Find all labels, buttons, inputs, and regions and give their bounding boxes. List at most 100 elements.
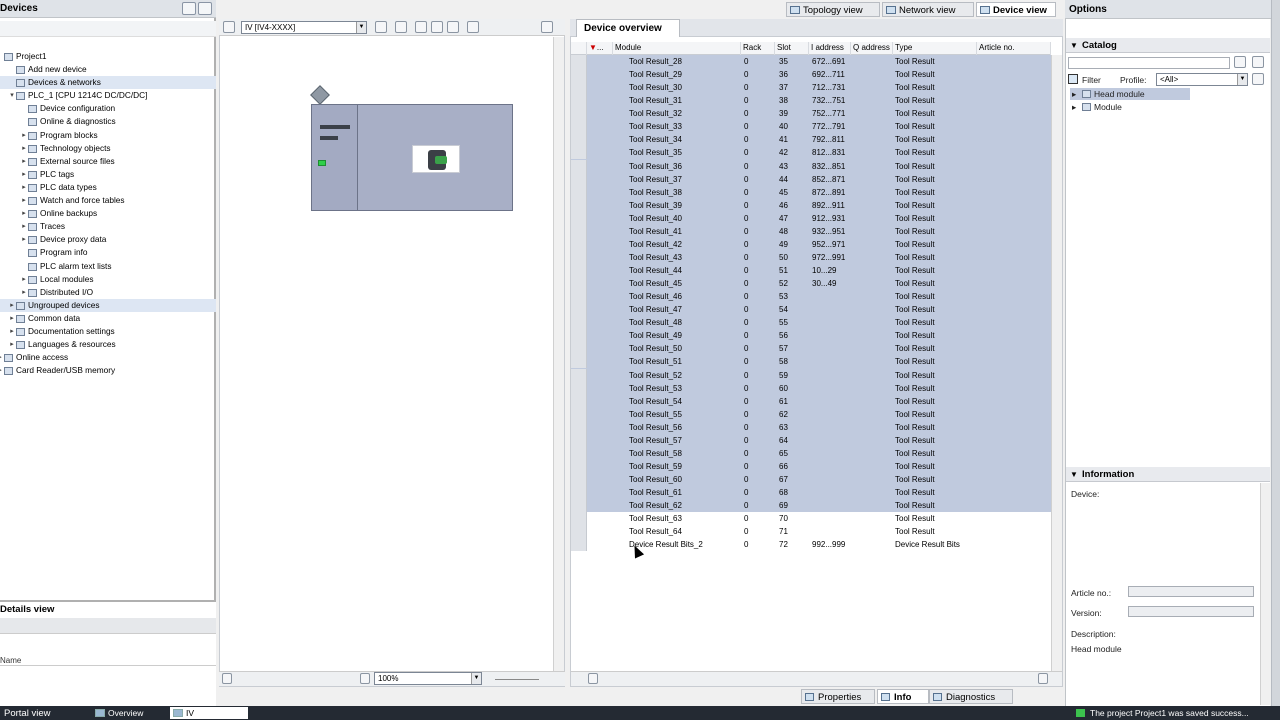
table-row[interactable]: Tool Result_37 0 44 852...871 Tool Result: [571, 172, 1051, 186]
tree-item[interactable]: ▸ External source files: [0, 155, 216, 168]
tree-item[interactable]: Program info: [0, 246, 216, 259]
device-rack[interactable]: [311, 104, 513, 211]
tree-options-icon[interactable]: [198, 2, 212, 15]
task-card-strip[interactable]: [1271, 0, 1280, 706]
device-select[interactable]: IV [IV4-XXXX] ▼: [241, 21, 367, 34]
column-type[interactable]: Type: [893, 42, 977, 55]
expand-icon[interactable]: ▸: [20, 273, 28, 286]
tree-item[interactable]: ▸ PLC tags: [0, 168, 216, 181]
tree-item[interactable]: PLC alarm text lists: [0, 260, 216, 273]
details-name-column[interactable]: Name: [0, 656, 216, 666]
tree-item[interactable]: ▸ Languages & resources: [0, 338, 216, 351]
portal-view-button[interactable]: Portal view: [4, 708, 50, 719]
expand-icon[interactable]: ▸: [20, 207, 28, 220]
expand-icon[interactable]: ▸: [8, 312, 16, 325]
table-row[interactable]: Tool Result_32 0 39 752...771 Tool Result: [571, 107, 1051, 121]
scroll-left-icon[interactable]: [588, 673, 598, 684]
table-row[interactable]: Tool Result_47 0 54 Tool Result: [571, 303, 1051, 317]
taskbar-overview[interactable]: Overview: [92, 707, 166, 719]
column-i-address[interactable]: I address: [809, 42, 851, 55]
table-row[interactable]: Tool Result_62 0 69 Tool Result: [571, 499, 1051, 513]
table-row[interactable]: Tool Result_52 0 59 Tool Result: [571, 368, 1051, 382]
table-row[interactable]: Tool Result_29 0 36 692...711 Tool Result: [571, 68, 1051, 82]
expand-icon[interactable]: ▸: [8, 299, 16, 312]
layout-icon[interactable]: [375, 21, 387, 33]
tree-item[interactable]: Devices & networks: [0, 76, 216, 90]
profile-select[interactable]: <All> ▼: [1156, 73, 1248, 86]
table-row[interactable]: Tool Result_50 0 57 Tool Result: [571, 342, 1051, 356]
zoom-icon[interactable]: [467, 21, 479, 33]
table-row[interactable]: Tool Result_36 0 43 832...851 Tool Result: [571, 159, 1051, 173]
expand-icon[interactable]: ▸: [20, 286, 28, 299]
table-row[interactable]: Tool Result_30 0 37 712...731 Tool Result: [571, 81, 1051, 95]
table-row[interactable]: Tool Result_40 0 47 912...931 Tool Result: [571, 211, 1051, 225]
table-row[interactable]: Tool Result_44 0 51 10...29 Tool Result: [571, 264, 1051, 278]
zoom-slider[interactable]: [495, 679, 539, 680]
tree-item[interactable]: Project1: [0, 50, 216, 63]
table-row[interactable]: Tool Result_51 0 58 Tool Result: [571, 355, 1051, 369]
information-section[interactable]: ▼ Information: [1066, 467, 1270, 482]
tab-info[interactable]: Info: [877, 689, 929, 704]
table-row[interactable]: Tool Result_54 0 61 Tool Result: [571, 394, 1051, 408]
expand-icon[interactable]: ▸: [20, 155, 28, 168]
tab-device-view[interactable]: Device view: [976, 2, 1056, 17]
column-slot[interactable]: Slot: [775, 42, 809, 55]
table-row[interactable]: Tool Result_58 0 65 Tool Result: [571, 446, 1051, 460]
tree-item[interactable]: ▸Card Reader/USB memory: [0, 364, 216, 377]
device-switch-icon[interactable]: [223, 21, 235, 33]
table-row[interactable]: Tool Result_49 0 56 Tool Result: [571, 329, 1051, 343]
columns-icon[interactable]: [447, 21, 459, 33]
tree-item[interactable]: ▸ Local modules: [0, 273, 216, 286]
table-row[interactable]: Tool Result_63 0 70 Tool Result: [571, 512, 1051, 526]
table-row[interactable]: Tool Result_59 0 66 Tool Result: [571, 459, 1051, 473]
grid-icon[interactable]: [431, 21, 443, 33]
table-row[interactable]: Tool Result_42 0 49 952...971 Tool Result: [571, 237, 1051, 251]
tree-item[interactable]: Device configuration: [0, 102, 216, 115]
tab-properties[interactable]: Properties: [801, 689, 875, 704]
column-rack[interactable]: Rack: [741, 42, 775, 55]
table-row[interactable]: Tool Result_55 0 62 Tool Result: [571, 407, 1051, 421]
tree-item[interactable]: ▸ Ungrouped devices: [0, 298, 216, 312]
camera-device[interactable]: [412, 145, 460, 173]
table-row[interactable]: Tool Result_60 0 67 Tool Result: [571, 473, 1051, 487]
table-row[interactable]: Tool Result_45 0 52 30...49 Tool Result: [571, 277, 1051, 291]
table-row[interactable]: Tool Result_34 0 41 792...811 Tool Result: [571, 133, 1051, 147]
overview-hscrollbar[interactable]: [571, 671, 1062, 686]
profile-manage-icon[interactable]: [1252, 73, 1264, 85]
table-row[interactable]: Tool Result_64 0 71 Tool Result: [571, 525, 1051, 539]
expand-icon[interactable]: ▸: [20, 142, 28, 155]
tree-item[interactable]: ▸ PLC data types: [0, 181, 216, 194]
expand-icon[interactable]: ▸: [20, 233, 28, 246]
head-module-slot[interactable]: [312, 105, 358, 210]
table-row[interactable]: Tool Result_35 0 42 812...831 Tool Result: [571, 146, 1051, 160]
tab-network-view[interactable]: Network view: [882, 2, 974, 17]
expand-icon[interactable]: ▸: [20, 168, 28, 181]
table-row[interactable]: Tool Result_38 0 45 872...891 Tool Result: [571, 185, 1051, 199]
table-row[interactable]: Device Result Bits_2 0 72 992...999 Device R…: [571, 538, 1051, 552]
taskbar-iv[interactable]: IV: [170, 707, 248, 719]
tree-item[interactable]: ▸ Device proxy data: [0, 233, 216, 246]
column-filter[interactable]: ▼...: [587, 42, 613, 55]
network-toggle-icon[interactable]: [395, 21, 407, 33]
tree-item[interactable]: ▸ Technology objects: [0, 142, 216, 155]
table-row[interactable]: Tool Result_28 0 35 672...691 Tool Result: [571, 55, 1051, 69]
tab-device-overview[interactable]: Device overview: [576, 19, 680, 37]
table-row[interactable]: Tool Result_41 0 48 932...951 Tool Result: [571, 224, 1051, 238]
scroll-left-icon[interactable]: [222, 673, 232, 684]
scroll-right-icon[interactable]: [1038, 673, 1048, 684]
table-row[interactable]: Tool Result_46 0 53 Tool Result: [571, 290, 1051, 304]
column-article[interactable]: Article no.: [977, 42, 1051, 55]
table-row[interactable]: Tool Result_48 0 55 Tool Result: [571, 316, 1051, 330]
zoom-select[interactable]: 100% ▼: [374, 672, 482, 685]
tree-item[interactable]: ▸ Online backups: [0, 207, 216, 220]
column-q-address[interactable]: Q address: [851, 42, 893, 55]
expand-icon[interactable]: ▸: [20, 129, 28, 142]
tab-topology-view[interactable]: Topology view: [786, 2, 880, 17]
expand-icon[interactable]: ▸: [8, 325, 16, 338]
expand-icon[interactable]: ▸: [20, 220, 28, 233]
search-down-icon[interactable]: [1234, 56, 1246, 68]
catalog-section[interactable]: ▼ Catalog: [1066, 38, 1270, 53]
table-row[interactable]: Tool Result_57 0 64 Tool Result: [571, 433, 1051, 447]
table-row[interactable]: Tool Result_39 0 46 892...911 Tool Result: [571, 198, 1051, 212]
collapse-icon[interactable]: ▾: [8, 89, 16, 102]
